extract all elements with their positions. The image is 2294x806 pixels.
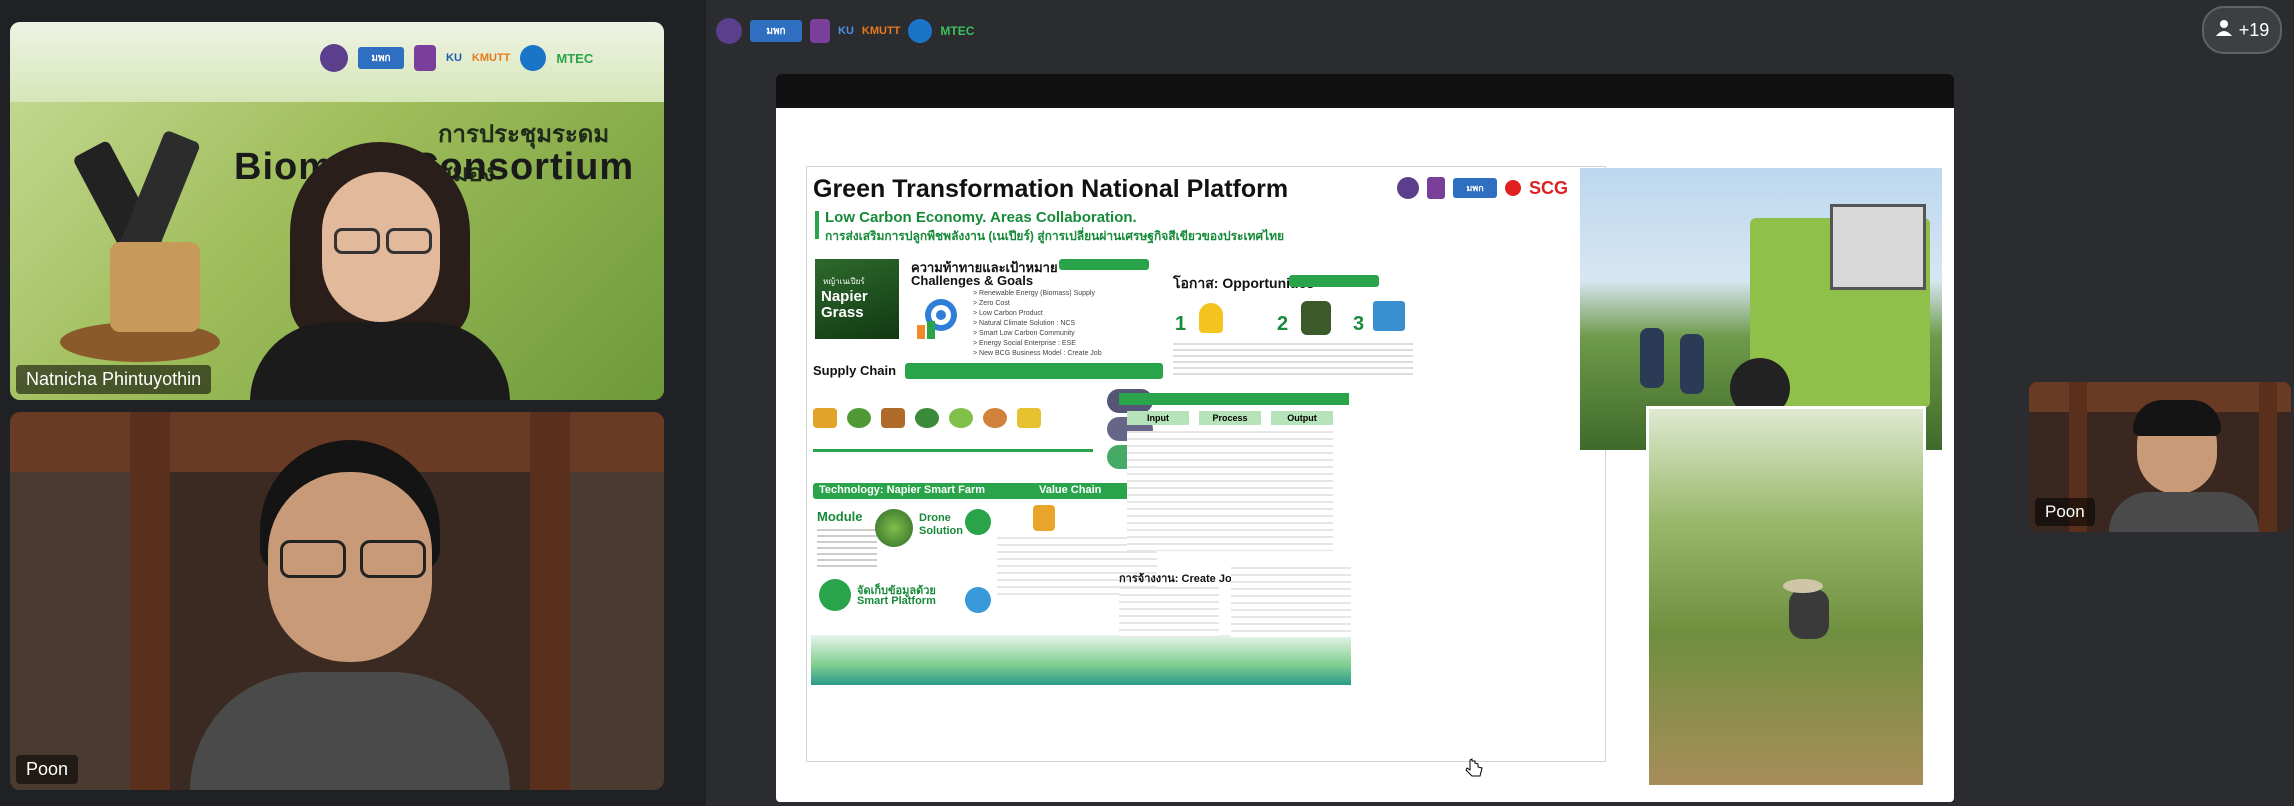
tractor-icon [813,408,837,428]
slide-toolbar [776,74,1954,108]
coin-bag-icon [1033,505,1055,531]
poster-logos: มพก SCG [1397,177,1568,199]
poster-title: Green Transformation National Platform [813,175,1289,203]
create-job-text [1119,587,1219,637]
smart-platform-label-en: Smart Platform [857,595,936,607]
opportunity-text [1173,343,1413,375]
create-job-heading: การจ้างงาน: Create Job [1119,573,1239,585]
seedling-icon [847,408,871,428]
nstda-logo [716,18,742,44]
growth-chart-icon [1373,301,1405,331]
process-banner [1119,393,1349,405]
process-table-body [1127,431,1333,551]
wooden-cup [110,242,200,332]
participant-name-label: Poon [16,755,79,784]
ministry-logo [414,45,436,71]
nstda-logo [320,44,348,72]
technology-heading: Technology: Napier Smart Farm [819,484,986,496]
target-icon [913,295,961,343]
participant-name-label: Poon [2035,498,2095,526]
city-skyline-graphic [811,635,1351,685]
mtec-logo: MTEC [556,50,594,66]
farmer-icon [1301,301,1331,335]
napier-field-photo [1646,406,1926,788]
opportunity-number: 1 [1175,313,1187,335]
ministry-logo [1427,177,1445,199]
hand-cursor-icon [1464,758,1484,783]
infographic-poster: Green Transformation National Platform ม… [806,166,1606,762]
participants-count: +19 [2238,19,2270,40]
opportunity-number: 2 [1277,313,1289,335]
scg-logo: SCG [1529,177,1569,198]
fao-logo [908,19,933,43]
challenge-item: > Natural Climate Solution : NCS [973,320,1076,327]
process-header: Process [1199,411,1261,425]
person-icon [2215,19,2233,42]
opportunity-number: 3 [1353,313,1365,335]
module-heading: Module [817,509,863,524]
water-icon [965,587,991,613]
video-thumbnail-poon[interactable]: Poon [2029,382,2291,532]
output-header: Output [1271,411,1333,425]
challenge-item: > Zero Cost [973,300,1010,307]
ku-logo: KU [446,52,462,64]
participant-video [230,122,530,400]
accent-bar [1059,259,1149,270]
supply-chain-icons [813,393,1093,443]
poster-subtitle-en: Low Carbon Economy. Areas Collaboration. [825,209,1137,226]
mwg-logo: มพก [750,20,802,42]
crop-icon [949,408,973,428]
challenge-item: > Energy Social Enterprise : ESE [973,340,1076,347]
video-tile-natnicha[interactable]: มพก KU KMUTT MTEC การประชุมระดมสมอง Biom… [10,22,664,400]
sponsor-logos: มพก KU KMUTT MTEC [320,44,593,72]
drone-field-image [875,509,913,547]
napier-grass-image: หญ้าเนเปียร์ Napier Grass [815,259,899,339]
mwg-logo: มพก [1453,178,1497,198]
challenge-item: > New BCG Business Model : Create Job [973,350,1102,357]
sponsor-logos: มพก KU KMUTT MTEC [716,18,974,44]
ku-logo: KU [838,25,854,37]
challenges-list: > Renewable Energy (Biomass) Supply > Ze… [973,289,1123,359]
accent-bar [905,363,1163,379]
challenge-item: > Low Carbon Product [973,310,1043,317]
challenges-heading-en: Challenges & Goals [911,273,1034,288]
input-header: Input [1127,411,1189,425]
module-list [817,529,877,569]
harvest-icon [983,408,1007,428]
participants-button[interactable]: +19 [2202,6,2282,54]
scg-icon [1505,180,1521,196]
smart-platform-icon [819,579,851,611]
participant-video [180,412,520,790]
kmutt-logo: KMUTT [471,52,511,64]
ministry-logo [810,19,830,43]
grass-icon [915,408,939,428]
video-tile-poon[interactable]: Poon [10,412,664,790]
challenge-item: > Smart Low Carbon Community [973,330,1075,337]
participant-name-label: Natnicha Phintuyothin [16,365,212,394]
lightbulb-icon [1199,303,1223,333]
value-chain-heading: Value Chain [1039,484,1102,496]
nstda-logo [1397,177,1419,199]
accent-bar [1289,275,1379,287]
poster-subtitle-th: การส่งเสริมการปลูกพืชพลังงาน (เนเปียร์) … [825,229,1285,243]
mtec-logo: MTEC [940,24,975,38]
challenge-item: > Renewable Energy (Biomass) Supply [973,290,1095,297]
napier-label-en: Napier Grass [821,288,868,321]
fao-logo [520,45,547,71]
truck-icon [1017,408,1041,428]
supply-chain-heading: Supply Chain [813,363,897,378]
kmutt-logo: KMUTT [861,25,901,37]
money-icon [965,509,991,535]
soil-icon [881,408,905,428]
right-column-text [1231,567,1351,637]
napier-label-th: หญ้าเนเปียร์ [823,277,865,286]
mwg-logo: มพก [358,47,404,69]
